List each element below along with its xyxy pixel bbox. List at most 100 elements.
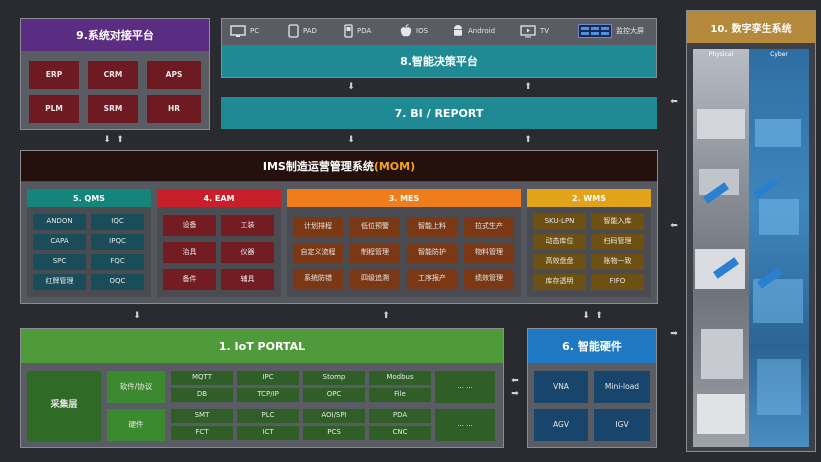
eam-auxiliary[interactable]: 辅具: [221, 269, 274, 290]
arrow-right-icon: ➡: [670, 329, 678, 339]
device-ios[interactable]: IOS: [400, 19, 428, 43]
device-pad[interactable]: PAD: [288, 19, 317, 43]
device-android[interactable]: Android: [452, 19, 495, 43]
hardware-agv[interactable]: AGV: [534, 409, 588, 441]
system-erp[interactable]: ERP: [29, 61, 79, 89]
wms-sku-lpn[interactable]: SKU-LPN: [533, 214, 586, 230]
protocol-more[interactable]: ... ...: [435, 371, 495, 403]
protocol-mqtt[interactable]: MQTT: [171, 371, 233, 385]
device-pc[interactable]: PC: [230, 19, 259, 43]
hardware-plc[interactable]: PLC: [237, 409, 299, 423]
eam-tooling[interactable]: 工装: [221, 215, 274, 236]
qms-andon[interactable]: ANDON: [33, 214, 86, 230]
machine-block: [697, 109, 745, 139]
device-label: PC: [250, 27, 260, 35]
machine-block: [755, 119, 801, 147]
hardware-vna[interactable]: VNA: [534, 371, 588, 403]
smart-hardware-panel: 6. 智能硬件 VNA Mini-load AGV IGV: [527, 328, 657, 448]
decision-platform-title: 8.智能决策平台: [222, 45, 656, 77]
arrow-right-icon: ➡: [511, 389, 519, 399]
iot-collection-layer: 采集层: [27, 371, 101, 441]
qms-iqc[interactable]: IQC: [91, 214, 144, 230]
hardware-igv[interactable]: IGV: [594, 409, 650, 441]
protocol-tcpip[interactable]: TCP/IP: [237, 388, 299, 402]
tv-icon: [520, 24, 536, 37]
mes-scheduling[interactable]: 计划排程: [293, 217, 343, 237]
machine-block: [759, 199, 799, 235]
wms-dynamic-location[interactable]: 动态库位: [533, 234, 586, 250]
hardware-mini-load[interactable]: Mini-load: [594, 371, 650, 403]
system-crm[interactable]: CRM: [88, 61, 138, 89]
hardware-smt[interactable]: SMT: [171, 409, 233, 423]
hardware-ict[interactable]: ICT: [237, 426, 299, 440]
wms-module: 2. WMS SKU-LPN 智能入库 动态库位 扫码管理 高效盘盘 账物一致 …: [527, 189, 651, 297]
mom-title-main: IMS制造运营管理系统: [262, 160, 374, 173]
system-srm[interactable]: SRM: [88, 95, 138, 123]
protocol-ipc[interactable]: IPC: [237, 371, 299, 385]
cyber-label: Cyber: [770, 51, 788, 58]
qms-ipqc[interactable]: IPQC: [91, 234, 144, 250]
mes-error-proofing[interactable]: 系统防错: [293, 269, 343, 289]
hardware-cnc[interactable]: CNC: [369, 426, 431, 440]
arrow-up-icon: ⬆: [116, 135, 124, 145]
eam-module: 4. EAM 设备 工装 治具 仪器 备件 辅具: [157, 189, 281, 297]
protocol-opc[interactable]: OPC: [303, 388, 365, 402]
device-pda[interactable]: PDA: [344, 19, 371, 43]
mes-material-mgmt[interactable]: 物料管理: [464, 243, 514, 263]
iot-category-software: 软件/协议: [107, 371, 165, 403]
android-icon: [454, 25, 462, 36]
qms-capa[interactable]: CAPA: [33, 234, 86, 250]
system-hr[interactable]: HR: [147, 95, 201, 123]
hardware-aoi-spi[interactable]: AOI/SPI: [303, 409, 365, 423]
system-plm[interactable]: PLM: [29, 95, 79, 123]
protocol-modbus[interactable]: Modbus: [369, 371, 431, 385]
protocol-stomp[interactable]: Stomp: [303, 371, 365, 385]
wms-fifo[interactable]: FIFO: [591, 274, 644, 290]
monitor-icon: [230, 24, 246, 37]
eam-equipment[interactable]: 设备: [163, 215, 216, 236]
qms-module: 5. QMS ANDON IQC CAPA IPQC SPC FQC 红牌管理 …: [27, 189, 151, 297]
qms-red-card[interactable]: 红牌管理: [33, 274, 86, 290]
wms-efficient-count[interactable]: 高效盘盘: [533, 254, 586, 270]
system-aps[interactable]: APS: [147, 61, 201, 89]
qms-fqc[interactable]: FQC: [91, 254, 144, 270]
arrow-up-icon: ⬆: [595, 311, 603, 321]
protocol-db[interactable]: DB: [171, 388, 233, 402]
mes-process-report[interactable]: 工序报产: [407, 269, 457, 289]
device-label: 监控大屏: [616, 27, 644, 35]
bi-report-bar: 7. BI / REPORT: [221, 97, 657, 129]
hardware-more[interactable]: ... ...: [435, 409, 495, 441]
eam-instrument[interactable]: 仪器: [221, 242, 274, 263]
mes-performance[interactable]: 绩效管理: [464, 269, 514, 289]
qms-spc[interactable]: SPC: [33, 254, 86, 270]
qms-oqc[interactable]: OQC: [91, 274, 144, 290]
cyber-factory-image: [749, 49, 809, 447]
mes-custom-flow[interactable]: 自定义流程: [293, 243, 343, 263]
tablet-icon: [288, 24, 299, 38]
mes-low-alert[interactable]: 低位预警: [350, 217, 400, 237]
physical-factory-image: [693, 49, 749, 447]
arrow-down-icon: ⬇: [103, 135, 111, 145]
arrow-down-icon: ⬇: [347, 135, 355, 145]
hardware-pda[interactable]: PDA: [369, 409, 431, 423]
eam-spare-parts[interactable]: 备件: [163, 269, 216, 290]
iot-category-hardware: 硬件: [107, 409, 165, 441]
mes-traceability[interactable]: 四级追溯: [350, 269, 400, 289]
hardware-pcs[interactable]: PCS: [303, 426, 365, 440]
wms-account-match[interactable]: 账物一致: [591, 254, 644, 270]
wms-smart-inbound[interactable]: 智能入库: [591, 214, 644, 230]
mes-smart-feeding[interactable]: 智能上料: [407, 217, 457, 237]
mes-smart-protect[interactable]: 智能防护: [407, 243, 457, 263]
hardware-fct[interactable]: FCT: [171, 426, 233, 440]
protocol-file[interactable]: File: [369, 388, 431, 402]
device-tv[interactable]: TV: [520, 19, 549, 43]
arrow-left-icon: ⬅: [670, 221, 678, 231]
wms-title: 2. WMS: [527, 189, 651, 207]
wms-inventory-transparency[interactable]: 库存透明: [533, 274, 586, 290]
machine-block: [701, 329, 743, 379]
device-big-screen[interactable]: 监控大屏: [578, 19, 644, 43]
eam-fixture[interactable]: 治具: [163, 242, 216, 263]
mes-pull-production[interactable]: 拉式生产: [464, 217, 514, 237]
wms-scan-mgmt[interactable]: 扫码管理: [591, 234, 644, 250]
mes-process-mgmt[interactable]: 制程管理: [350, 243, 400, 263]
